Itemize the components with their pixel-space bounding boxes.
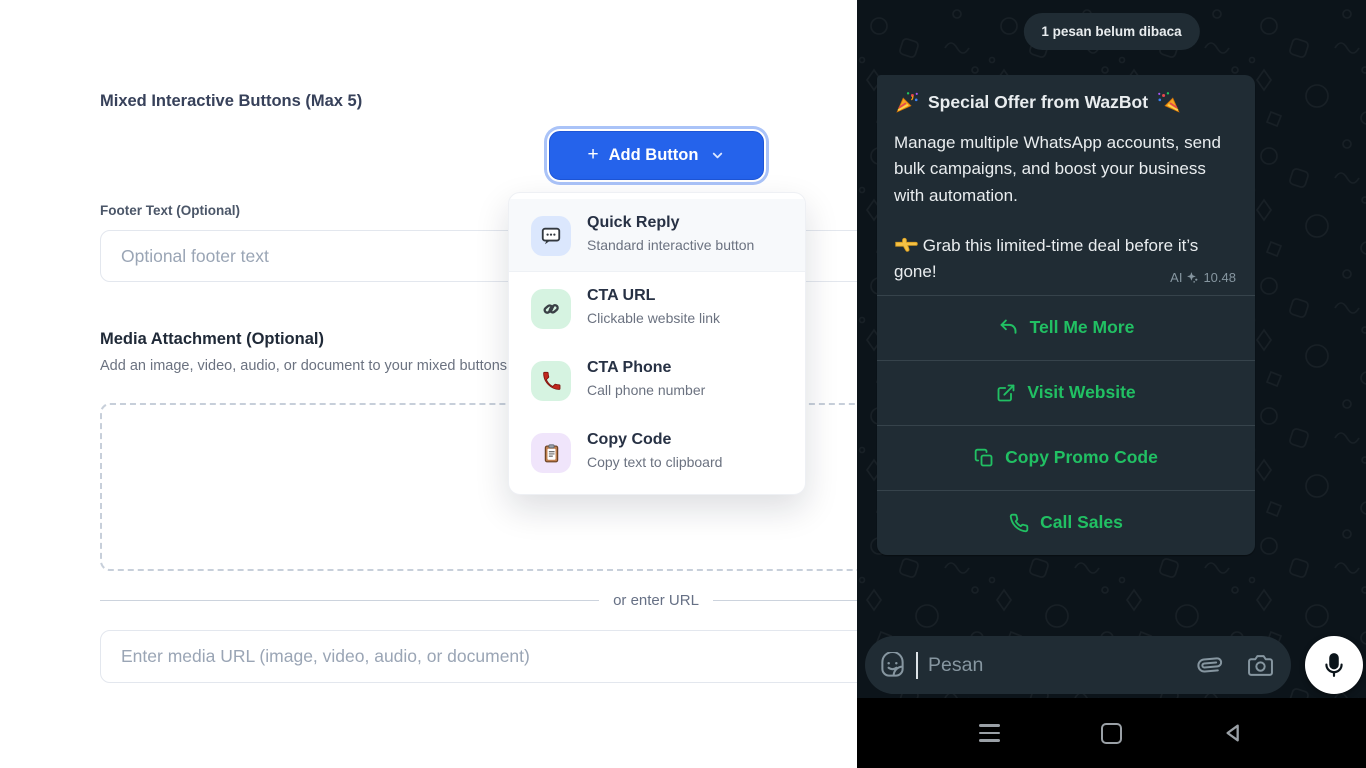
message-body: Manage multiple WhatsApp accounts, send … [894, 130, 1238, 209]
section-title: Mixed Interactive Buttons (Max 5) [100, 92, 362, 111]
link-icon [531, 289, 571, 329]
unread-messages-badge: 1 pesan belum dibaca [1023, 13, 1199, 50]
preview-button-copy-promo-code[interactable]: Copy Promo Code [877, 425, 1255, 490]
external-link-icon [996, 383, 1016, 403]
message-input[interactable]: Pesan [865, 636, 1291, 694]
screen: Mixed Interactive Buttons (Max 5) Footer… [0, 0, 1366, 768]
phone-icon [531, 361, 571, 401]
composer-bar: Pesan [865, 636, 1358, 694]
dropdown-item-description: Call phone number [587, 380, 757, 400]
pointing-finger-emoji [894, 234, 918, 254]
android-navbar [857, 698, 1366, 768]
attachment-icon[interactable] [1193, 648, 1227, 682]
message-placeholder: Pesan [928, 654, 1188, 677]
add-button-dropdown: Quick Reply Standard interactive button … [508, 192, 806, 495]
message-title: Special Offer from WazBot [894, 89, 1238, 115]
preview-button-visit-website[interactable]: Visit Website [877, 360, 1255, 425]
footer-text-label: Footer Text (Optional) [100, 203, 240, 218]
nav-home-button[interactable] [1099, 720, 1125, 746]
message-bubble: Special Offer from WazBot Manage multipl… [877, 75, 1255, 555]
dropdown-item-copy-code[interactable]: Copy Code Copy text to clipboard [509, 416, 805, 488]
dropdown-item-cta-url[interactable]: CTA URL Clickable website link [509, 272, 805, 344]
preview-button-call-sales[interactable]: Call Sales [877, 490, 1255, 555]
ai-sparkle-icon [1186, 271, 1199, 284]
dropdown-item-description: Standard interactive button [587, 235, 757, 255]
dropdown-item-title: Copy Code [587, 431, 757, 449]
chevron-down-icon [710, 148, 725, 163]
whatsapp-preview-panel: 1 pesan belum dibaca Special Offer from … [857, 0, 1366, 768]
party-popper-emoji [894, 89, 920, 115]
copy-icon [974, 448, 994, 468]
meta-time: 10.48 [1203, 270, 1236, 285]
dropdown-item-cta-phone[interactable]: CTA Phone Call phone number [509, 344, 805, 416]
nav-menu-button[interactable] [977, 720, 1003, 746]
speech-bubble-icon [531, 216, 571, 256]
divider-line [100, 600, 599, 601]
chat-area: 1 pesan belum dibaca Special Offer from … [857, 0, 1366, 698]
mic-icon [1321, 652, 1347, 678]
plus-icon: + [588, 144, 599, 166]
meta-ai-label: AI [1170, 270, 1182, 285]
camera-icon[interactable] [1248, 653, 1273, 678]
dropdown-item-title: CTA URL [587, 287, 757, 305]
preview-button-tell-me-more[interactable]: Tell Me More [877, 295, 1255, 360]
dropdown-item-quick-reply[interactable]: Quick Reply Standard interactive button [509, 199, 805, 272]
party-popper-emoji [1156, 89, 1182, 115]
reply-icon [998, 317, 1019, 338]
mic-button[interactable] [1305, 636, 1363, 694]
media-attachment-title: Media Attachment (Optional) [100, 330, 324, 349]
text-cursor [916, 652, 918, 679]
nav-back-button[interactable] [1221, 720, 1247, 746]
url-divider-label: or enter URL [613, 592, 699, 609]
phone-icon [1009, 513, 1029, 533]
dropdown-item-title: Quick Reply [587, 214, 757, 232]
sticker-emoji-icon[interactable] [879, 652, 906, 679]
dropdown-item-description: Copy text to clipboard [587, 452, 757, 472]
add-button-label: Add Button [609, 146, 699, 165]
dropdown-item-description: Clickable website link [587, 308, 757, 328]
message-meta: AI 10.48 [894, 270, 1238, 291]
media-attachment-subtitle: Add an image, video, audio, or document … [100, 358, 570, 374]
add-button[interactable]: + Add Button [549, 131, 764, 180]
clipboard-icon [531, 433, 571, 473]
dropdown-item-title: CTA Phone [587, 359, 757, 377]
